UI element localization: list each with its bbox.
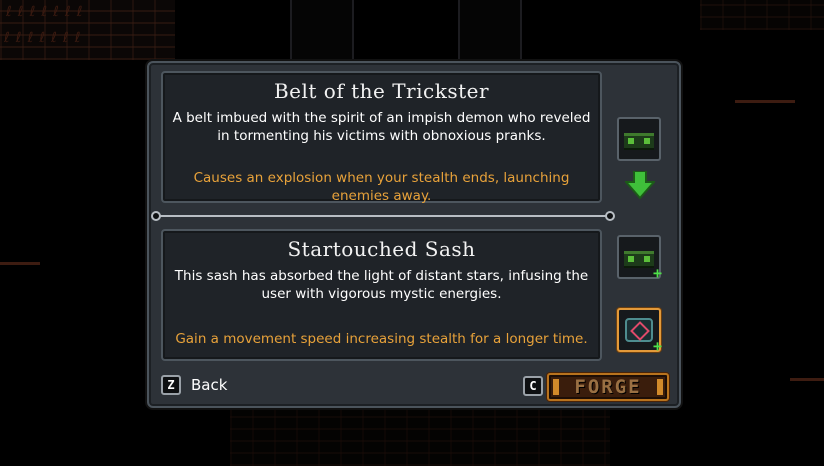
forge-label: FORGE (574, 376, 642, 398)
brick-wall-right (700, 0, 824, 30)
back-button[interactable]: Back (191, 376, 227, 394)
rune-carvings: ℓℓℓℓℓℓℓ (6, 4, 89, 20)
upgrade-item-description: This sash has absorbed the light of dist… (174, 268, 589, 302)
stone-pillar (290, 0, 354, 64)
candidate-item-slot[interactable]: + (617, 235, 662, 282)
arrow-down-icon (625, 171, 655, 199)
rune-carvings: ℓℓℓℓℓℓℓ (4, 30, 87, 46)
selected-item-slot[interactable]: + (617, 308, 662, 355)
brick-floor (230, 406, 610, 466)
forge-panel: Belt of the Trickster A belt imbued with… (147, 61, 681, 408)
forge-key[interactable]: C (523, 376, 543, 396)
sash-plus-icon (625, 318, 653, 342)
belt-plus-icon (624, 251, 654, 268)
current-item-effect: Causes an explosion when your stealth en… (193, 170, 570, 204)
plus-icon: + (652, 264, 662, 282)
current-item-name: Belt of the Trickster (273, 79, 490, 103)
ledge (0, 262, 40, 265)
stone-pillar (458, 0, 522, 64)
upgrade-item-name: Startouched Sash (287, 237, 476, 261)
current-item-description: A belt imbued with the spirit of an impi… (172, 110, 591, 144)
current-item-slot[interactable] (617, 117, 661, 161)
forge-button[interactable]: FORGE (547, 373, 669, 401)
upgrade-item-effect: Gain a movement speed increasing stealth… (175, 331, 588, 347)
plus-icon: + (652, 337, 662, 355)
ledge (790, 378, 824, 381)
upgrade-item-card: Startouched Sash This sash has absorbed … (161, 229, 602, 361)
divider (151, 211, 615, 221)
ledge (735, 100, 795, 103)
current-item-card: Belt of the Trickster A belt imbued with… (161, 71, 602, 204)
belt-icon (624, 133, 654, 150)
back-key[interactable]: Z (161, 375, 181, 395)
